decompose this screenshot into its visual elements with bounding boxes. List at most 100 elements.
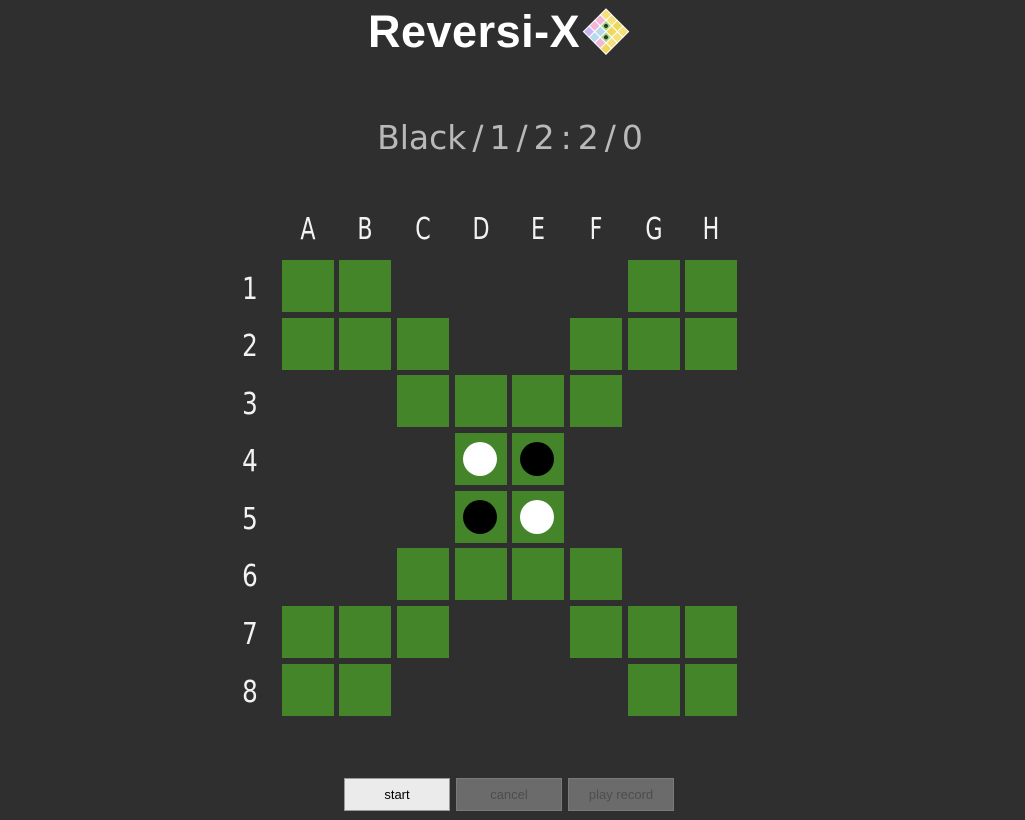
- pass-count: 0: [621, 118, 643, 157]
- black-count: 2: [533, 118, 555, 157]
- board-cell-c2[interactable]: [397, 318, 449, 370]
- column-label: G: [645, 212, 663, 247]
- board-cell-b7[interactable]: [339, 606, 391, 658]
- board-cell-g2[interactable]: [628, 318, 680, 370]
- move-number: 1: [489, 118, 511, 157]
- board-cell-d5[interactable]: [455, 491, 507, 543]
- row-label: 3: [242, 387, 258, 422]
- board-cell-g5: [628, 491, 680, 543]
- row-label: 5: [242, 502, 258, 537]
- board-cell-d2: [455, 318, 507, 370]
- cancel-button[interactable]: cancel: [456, 778, 562, 811]
- score-separator: :: [560, 118, 572, 157]
- board-cell-b1[interactable]: [339, 260, 391, 312]
- board-cell-g3: [628, 375, 680, 427]
- row-label: 6: [242, 559, 258, 594]
- board-cell-h1[interactable]: [685, 260, 737, 312]
- board-cell-b5: [339, 491, 391, 543]
- column-label: A: [300, 212, 316, 247]
- black-disc: [463, 500, 497, 534]
- board-cell-e5[interactable]: [512, 491, 564, 543]
- board-cell-c3[interactable]: [397, 375, 449, 427]
- board-cell-h5: [685, 491, 737, 543]
- board-cell-a3: [282, 375, 334, 427]
- board-cell-f3[interactable]: [570, 375, 622, 427]
- board-cell-g7[interactable]: [628, 606, 680, 658]
- board-cell-c8: [397, 664, 449, 716]
- board-cell-h8[interactable]: [685, 664, 737, 716]
- play-record-button[interactable]: play record: [568, 778, 674, 811]
- status-separator: /: [604, 118, 616, 157]
- row-label: 8: [242, 675, 258, 710]
- board-cell-d3[interactable]: [455, 375, 507, 427]
- game-status: Black/1/2:2/0: [0, 118, 1020, 157]
- board-cell-g8[interactable]: [628, 664, 680, 716]
- board-cell-f8: [570, 664, 622, 716]
- board-cell-a6: [282, 548, 334, 600]
- white-disc: [463, 442, 497, 476]
- board-cell-f4: [570, 433, 622, 485]
- board-cell-a2[interactable]: [282, 318, 334, 370]
- board-cell-f5: [570, 491, 622, 543]
- black-disc: [520, 442, 554, 476]
- row-label: 4: [242, 444, 258, 479]
- row-label: 7: [242, 617, 258, 652]
- board-cell-f7[interactable]: [570, 606, 622, 658]
- logo-diamond-icon: [582, 8, 630, 55]
- turn-player: Black: [377, 118, 467, 157]
- status-separator: /: [472, 118, 484, 157]
- status-separator: /: [516, 118, 528, 157]
- board-cell-e8: [512, 664, 564, 716]
- board-cell-e1: [512, 260, 564, 312]
- white-count: 2: [577, 118, 599, 157]
- board-cell-a1[interactable]: [282, 260, 334, 312]
- board-cell-d1: [455, 260, 507, 312]
- board-cell-a5: [282, 491, 334, 543]
- board-cell-c6[interactable]: [397, 548, 449, 600]
- board-cell-h6: [685, 548, 737, 600]
- board-cell-c5: [397, 491, 449, 543]
- board-cell-g1[interactable]: [628, 260, 680, 312]
- board-cell-c1: [397, 260, 449, 312]
- board-cell-b4: [339, 433, 391, 485]
- app-logo: Reversi-X: [368, 4, 630, 60]
- board-cell-b3: [339, 375, 391, 427]
- board-cell-a4: [282, 433, 334, 485]
- board-cell-e6[interactable]: [512, 548, 564, 600]
- column-label: F: [589, 212, 603, 247]
- board-cell-f1: [570, 260, 622, 312]
- board-cell-b8[interactable]: [339, 664, 391, 716]
- board-cell-g4: [628, 433, 680, 485]
- board-cell-e3[interactable]: [512, 375, 564, 427]
- board-cell-h4: [685, 433, 737, 485]
- column-label: D: [472, 212, 490, 247]
- board-cell-f2[interactable]: [570, 318, 622, 370]
- column-label: H: [702, 212, 720, 247]
- board-cell-d6[interactable]: [455, 548, 507, 600]
- board-cell-a8[interactable]: [282, 664, 334, 716]
- board-cell-e2: [512, 318, 564, 370]
- board-cell-a7[interactable]: [282, 606, 334, 658]
- board-cell-c4: [397, 433, 449, 485]
- row-label: 2: [242, 329, 258, 364]
- board-cell-c7[interactable]: [397, 606, 449, 658]
- board-cell-h2[interactable]: [685, 318, 737, 370]
- column-label: B: [357, 212, 373, 247]
- board-cell-d8: [455, 664, 507, 716]
- board-cell-e7: [512, 606, 564, 658]
- board-cell-h7[interactable]: [685, 606, 737, 658]
- board-cell-d7: [455, 606, 507, 658]
- white-disc: [520, 500, 554, 534]
- column-label: C: [415, 212, 431, 247]
- column-label: E: [531, 212, 545, 247]
- start-button[interactable]: start: [344, 778, 450, 811]
- board-cell-b2[interactable]: [339, 318, 391, 370]
- board-cell-b6: [339, 548, 391, 600]
- board-cell-d4[interactable]: [455, 433, 507, 485]
- board-cell-e4[interactable]: [512, 433, 564, 485]
- row-label: 1: [242, 272, 258, 307]
- board-cell-f6[interactable]: [570, 548, 622, 600]
- app-title: Reversi-X: [368, 6, 581, 57]
- board-cell-h3: [685, 375, 737, 427]
- board-cell-g6: [628, 548, 680, 600]
